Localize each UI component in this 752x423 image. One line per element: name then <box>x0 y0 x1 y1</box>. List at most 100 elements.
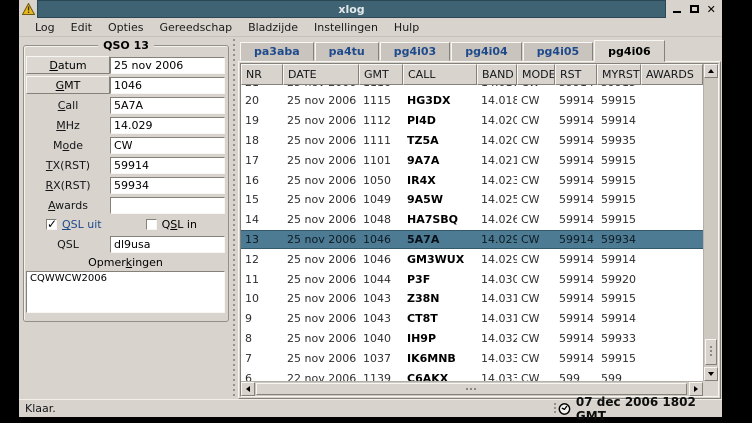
cell-date: 25 nov 2006 <box>283 213 359 226</box>
datum-input[interactable] <box>110 57 225 74</box>
cell-gmt: 1044 <box>359 273 403 286</box>
column-header-rst[interactable]: RST <box>555 64 597 85</box>
column-header-band[interactable]: BAND <box>477 64 517 85</box>
remarks-textarea[interactable]: CQWWCW2006 <box>26 271 225 313</box>
menu-item-gereedschap[interactable]: Gereedschap <box>151 19 240 36</box>
menu-item-hulp[interactable]: Hulp <box>386 19 427 36</box>
table-row[interactable]: 1925 nov 20061112PI4D14.020CW5991459914 <box>241 111 703 131</box>
menu-item-opties[interactable]: Opties <box>100 19 152 36</box>
table-row[interactable]: 1125 nov 20061044P3F14.030CW5991459920 <box>241 269 703 289</box>
log-notebook: pa3abapa4tupg4i03pg4i04pg4i05pg4i06 NRDA… <box>238 37 722 399</box>
cell-date: 25 nov 2006 <box>283 193 359 206</box>
scroll-down-button[interactable] <box>704 367 718 381</box>
qsl-out-checkbox[interactable] <box>46 219 57 230</box>
table-row[interactable]: 2025 nov 20061115HG3DX14.018CW5991459915 <box>241 91 703 111</box>
cell-call: GM3WUX <box>403 253 477 266</box>
column-header-mode[interactable]: MODE <box>517 64 555 85</box>
title-bar[interactable]: xlog ✕ <box>19 0 722 18</box>
column-header-awards[interactable]: AWARDS <box>641 64 703 85</box>
table-row[interactable]: 1025 nov 20061043Z38N14.031CW5991459915 <box>241 289 703 309</box>
cell-call: TZ5A <box>403 134 477 147</box>
column-header-call[interactable]: CALL <box>403 64 477 85</box>
table-row[interactable]: 1325 nov 200610465A7A14.029CW5991459934 <box>241 230 703 250</box>
datum-button[interactable]: Datum <box>26 56 110 74</box>
table-row[interactable]: 1225 nov 20061046GM3WUX14.029CW599145991… <box>241 249 703 269</box>
table-row[interactable]: 925 nov 20061043CT8T14.031CW5991459914 <box>241 309 703 329</box>
menu-item-bladzijde[interactable]: Bladzijde <box>240 19 306 36</box>
gmt-input[interactable] <box>110 77 225 94</box>
cell-call: P3F <box>403 273 477 286</box>
table-row[interactable]: 825 nov 20061040IH9P14.032CW5991459933 <box>241 329 703 349</box>
tab-pg4i05[interactable]: pg4i05 <box>523 42 593 61</box>
cell-mode: CW <box>517 134 555 147</box>
horizontal-scroll-thumb[interactable] <box>256 383 687 395</box>
tab-pg4i04[interactable]: pg4i04 <box>451 42 521 61</box>
scroll-left-button[interactable] <box>241 382 255 396</box>
minimize-button[interactable] <box>670 3 683 16</box>
close-button[interactable]: ✕ <box>705 3 718 16</box>
cell-band: 14.031 <box>477 312 517 325</box>
mode-input[interactable] <box>110 137 225 154</box>
cell-band: 14.018 <box>477 94 517 107</box>
cell-mode: CW <box>517 233 555 246</box>
cell-gmt: 1043 <box>359 312 403 325</box>
call-input[interactable] <box>110 97 225 114</box>
qsl-in-checkbox[interactable] <box>146 219 157 230</box>
awards-label: Awards <box>26 199 110 212</box>
qsl-input[interactable] <box>110 236 225 253</box>
mhz-input[interactable] <box>110 117 225 134</box>
gmt-button[interactable]: GMT <box>26 76 110 94</box>
vertical-scrollbar[interactable] <box>703 64 718 381</box>
cell-nr: 13 <box>241 233 283 246</box>
rx-rst-label: RX(RST) <box>26 179 110 192</box>
cell-call: Z38N <box>403 292 477 305</box>
maximize-button[interactable] <box>688 3 701 16</box>
cell-mode: CW <box>517 213 555 226</box>
table-row[interactable]: 1725 nov 200611019A7A14.021CW5991459915 <box>241 150 703 170</box>
scroll-up-button[interactable] <box>704 64 718 78</box>
table-row[interactable]: 725 nov 20061037IK6MNB14.033CW5991459915 <box>241 348 703 368</box>
cell-gmt: 1037 <box>359 352 403 365</box>
rx-rst-input[interactable] <box>110 177 225 194</box>
table-row[interactable]: 1825 nov 20061111TZ5A14.020CW5991459935 <box>241 131 703 151</box>
tab-pg4i03[interactable]: pg4i03 <box>380 42 450 61</box>
cell-band: 14.023 <box>477 174 517 187</box>
cell-rst: 59914 <box>555 174 597 187</box>
horizontal-scrollbar[interactable] <box>241 381 703 396</box>
close-icon: ✕ <box>707 4 716 15</box>
tab-pg4i06[interactable]: pg4i06 <box>594 40 664 62</box>
table-row[interactable]: 1425 nov 20061048HA7SBQ14.026CW599145991… <box>241 210 703 230</box>
cell-nr: 18 <box>241 134 283 147</box>
notebook-page: NRDATEGMTCALLBANDMODERSTMYRSTAWARDS 2125… <box>238 61 721 399</box>
tab-pa3aba[interactable]: pa3aba <box>240 42 314 61</box>
menu-item-edit[interactable]: Edit <box>63 19 100 36</box>
table-row[interactable]: 622 nov 20061139C6AKX14.033CW599599 <box>241 368 703 381</box>
vertical-scroll-thumb[interactable] <box>705 339 717 365</box>
cell-gmt: 1115 <box>359 94 403 107</box>
table-row[interactable]: 1625 nov 20061050IR4X14.023CW5991459915 <box>241 170 703 190</box>
column-header-myrst[interactable]: MYRST <box>597 64 641 85</box>
cell-rst: 59914 <box>555 312 597 325</box>
menu-item-log[interactable]: Log <box>27 19 63 36</box>
awards-input[interactable] <box>110 197 225 214</box>
cell-date: 25 nov 2006 <box>283 273 359 286</box>
column-header-date[interactable]: DATE <box>283 64 359 85</box>
cell-date: 25 nov 2006 <box>283 312 359 325</box>
menu-item-instellingen[interactable]: Instellingen <box>306 19 386 36</box>
status-resize-grip[interactable] <box>552 400 558 417</box>
pane-divider-handle[interactable] <box>231 37 238 399</box>
scroll-right-button[interactable] <box>689 382 703 396</box>
cell-call: 9A5W <box>403 193 477 206</box>
column-header-gmt[interactable]: GMT <box>359 64 403 85</box>
tab-pa4tu[interactable]: pa4tu <box>315 42 379 61</box>
cell-rst: 59914 <box>555 253 597 266</box>
column-header-nr[interactable]: NR <box>241 64 283 85</box>
tx-rst-input[interactable] <box>110 157 225 174</box>
cell-rst: 59914 <box>555 213 597 226</box>
table-row[interactable]: 1525 nov 200610499A5W14.025CW5991459915 <box>241 190 703 210</box>
qso-fields: DatumGMTCallMHzModeTX(RST)RX(RST)Awards <box>26 55 225 215</box>
cell-nr: 15 <box>241 193 283 206</box>
cell-gmt: 1050 <box>359 174 403 187</box>
cell-band: 14.020 <box>477 114 517 127</box>
cell-call: HA7SBQ <box>403 213 477 226</box>
